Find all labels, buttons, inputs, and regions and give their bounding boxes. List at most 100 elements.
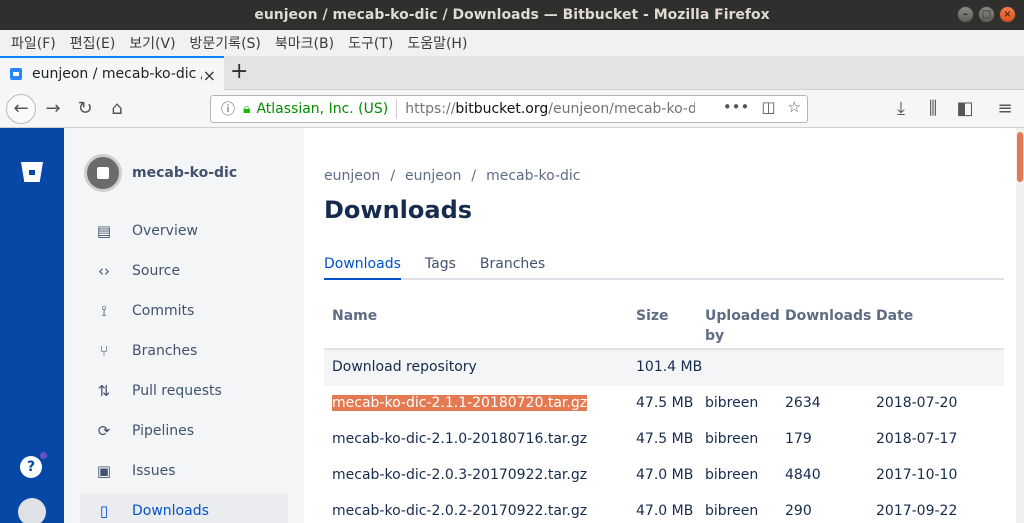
window-title: eunjeon / mecab-ko-dic / Downloads — Bit… xyxy=(254,7,770,23)
cell-date: 2018-07-20 xyxy=(876,395,958,411)
menu-file[interactable]: 파일(F) xyxy=(4,33,63,53)
download-repository-row: Download repository 101.4 MB xyxy=(324,350,1004,386)
close-window-button[interactable]: × xyxy=(999,6,1016,23)
header-date[interactable]: Date xyxy=(876,306,913,326)
user-avatar[interactable] xyxy=(18,498,46,523)
navigation-toolbar: ← → ↻ ⌂ ⓘ 🔒︎ Atlassian, Inc. (US) https:… xyxy=(0,90,1024,128)
file-link[interactable]: mecab-ko-dic-2.1.1-20180720.tar.gz xyxy=(332,395,588,411)
menu-view[interactable]: 보기(V) xyxy=(122,33,182,53)
cell-date: 2017-09-22 xyxy=(876,503,958,519)
sidebar-item-pipelines[interactable]: ⟳ Pipelines xyxy=(80,414,288,448)
breadcrumb-workspace[interactable]: eunjeon xyxy=(324,168,380,184)
sidebar-item-label: Pull requests xyxy=(132,383,222,399)
url-separator xyxy=(396,99,398,119)
scrollbar-thumb[interactable] xyxy=(1017,132,1023,182)
close-tab-icon[interactable]: × xyxy=(203,66,216,85)
tab-bar: eunjeon / mecab-ko-dic / × + xyxy=(0,56,1024,90)
url-actions: ••• ◫ ☆ xyxy=(723,98,801,116)
new-tab-icon[interactable]: + xyxy=(230,59,248,84)
hamburger-menu-icon[interactable]: ≡ xyxy=(994,98,1016,120)
cell-downloads: 290 xyxy=(785,503,812,519)
pull-request-icon: ⇅ xyxy=(97,382,111,400)
commit-icon: ⟟ xyxy=(101,302,107,320)
info-icon[interactable]: ⓘ xyxy=(221,99,235,119)
downloads-table: Name Size Uploaded by Downloads Date Dow… xyxy=(324,298,1004,523)
cell-uploader[interactable]: bibreen xyxy=(705,395,758,411)
cell-downloads: 2634 xyxy=(785,395,821,411)
sidebar-item-overview[interactable]: ▤ Overview xyxy=(80,214,288,248)
sidebar-item-issues[interactable]: ▣ Issues xyxy=(80,454,288,488)
sidebar-item-label: Branches xyxy=(132,343,198,359)
header-downloads[interactable]: Downloads xyxy=(785,306,871,326)
sidebar-item-label: Commits xyxy=(132,303,195,319)
forward-arrow-icon[interactable]: → xyxy=(42,98,64,120)
sidebar-icon[interactable]: ◧ xyxy=(954,98,976,120)
cell-uploader[interactable]: bibreen xyxy=(705,503,758,519)
sidebar-item-branches[interactable]: ⑂ Branches xyxy=(80,334,288,368)
table-row: mecab-ko-dic-2.1.1-20180720.tar.gz 47.5 … xyxy=(324,386,1004,422)
maximize-button[interactable]: □ xyxy=(978,6,995,23)
cell-uploader[interactable]: bibreen xyxy=(705,431,758,447)
main-content: eunjeon / eunjeon / mecab-ko-dic Downloads D… xyxy=(304,128,1016,523)
file-icon: ▯ xyxy=(99,502,109,520)
sidebar-item-label: Downloads xyxy=(132,503,209,519)
menu-bar: 파일(F) 편집(E) 보기(V) 방문기록(S) 북마크(B) 도구(T) 도… xyxy=(0,30,1024,56)
sidebar-item-label: Overview xyxy=(132,223,198,239)
url-text[interactable]: https://bitbucket.org/eunjeon/mecab-ko-d… xyxy=(405,101,695,117)
minimize-button[interactable]: – xyxy=(957,6,974,23)
breadcrumb-separator: / xyxy=(471,168,477,184)
bitbucket-favicon-icon xyxy=(10,68,22,80)
issues-icon: ▣ xyxy=(96,462,112,480)
breadcrumb-project[interactable]: eunjeon xyxy=(405,168,461,184)
page-scrollbar[interactable] xyxy=(1016,128,1024,523)
home-icon[interactable]: ⌂ xyxy=(106,98,128,120)
sidebar-item-commits[interactable]: ⟟ Commits xyxy=(80,294,288,328)
header-size[interactable]: Size xyxy=(636,306,669,326)
page-actions-icon[interactable]: ••• xyxy=(723,98,750,116)
sidebar-item-pull-requests[interactable]: ⇅ Pull requests xyxy=(80,374,288,408)
cell-uploader[interactable]: bibreen xyxy=(705,467,758,483)
file-link[interactable]: mecab-ko-dic-2.0.2-20170922.tar.gz xyxy=(332,503,587,519)
library-icon[interactable]: ⫼ xyxy=(922,98,944,120)
url-bar[interactable]: ⓘ 🔒︎ Atlassian, Inc. (US) https://bitbuc… xyxy=(210,95,808,123)
tab-title: eunjeon / mecab-ko-dic / xyxy=(32,66,202,82)
page-title: Downloads xyxy=(324,196,473,224)
lock-icon: 🔒︎ xyxy=(243,101,251,117)
help-icon[interactable]: ? xyxy=(20,456,42,478)
menu-bookmarks[interactable]: 북마크(B) xyxy=(268,33,341,53)
tab-downloads[interactable]: Downloads xyxy=(324,256,401,280)
repo-name[interactable]: mecab-ko-dic xyxy=(132,165,237,181)
sidebar-item-label: Source xyxy=(132,263,181,279)
menu-edit[interactable]: 편집(E) xyxy=(63,33,123,53)
file-link[interactable]: mecab-ko-dic-2.1.0-20180716.tar.gz xyxy=(332,431,587,447)
pocket-icon[interactable]: ◫ xyxy=(761,98,775,116)
browser-tab[interactable]: eunjeon / mecab-ko-dic / × xyxy=(0,56,224,90)
cell-size: 47.5 MB xyxy=(636,395,694,411)
sidebar-item-source[interactable]: ‹› Source xyxy=(80,254,288,288)
breadcrumb-repo[interactable]: mecab-ko-dic xyxy=(486,168,580,184)
menu-tools[interactable]: 도구(T) xyxy=(341,33,400,53)
pipelines-icon: ⟳ xyxy=(97,422,111,440)
menu-help[interactable]: 도움말(H) xyxy=(400,33,474,53)
cell-size: 47.0 MB xyxy=(636,503,694,519)
reload-icon[interactable]: ↻ xyxy=(74,98,96,120)
table-header: Name Size Uploaded by Downloads Date xyxy=(324,298,1004,350)
bitbucket-global-nav: ? xyxy=(0,128,64,523)
window-titlebar: eunjeon / mecab-ko-dic / Downloads — Bit… xyxy=(0,0,1024,30)
tab-branches[interactable]: Branches xyxy=(480,256,545,280)
sidebar-item-downloads[interactable]: ▯ Downloads xyxy=(80,494,288,523)
header-uploaded-by[interactable]: Uploaded by xyxy=(705,306,780,346)
file-link[interactable]: mecab-ko-dic-2.0.3-20170922.tar.gz xyxy=(332,467,587,483)
cell-downloads: 179 xyxy=(785,431,812,447)
header-name[interactable]: Name xyxy=(332,306,377,326)
tab-tags[interactable]: Tags xyxy=(425,256,456,280)
download-icon[interactable]: ⤓ xyxy=(890,98,912,120)
url-prefix: https:// xyxy=(405,101,456,117)
menu-history[interactable]: 방문기록(S) xyxy=(183,33,268,53)
bitbucket-logo-icon[interactable] xyxy=(21,162,43,182)
back-arrow-icon[interactable]: ← xyxy=(6,94,36,124)
sidebar-item-label: Pipelines xyxy=(132,423,195,439)
bookmark-star-icon[interactable]: ☆ xyxy=(788,98,801,116)
repo-avatar[interactable] xyxy=(84,154,122,192)
download-repository-link[interactable]: Download repository xyxy=(332,359,477,375)
